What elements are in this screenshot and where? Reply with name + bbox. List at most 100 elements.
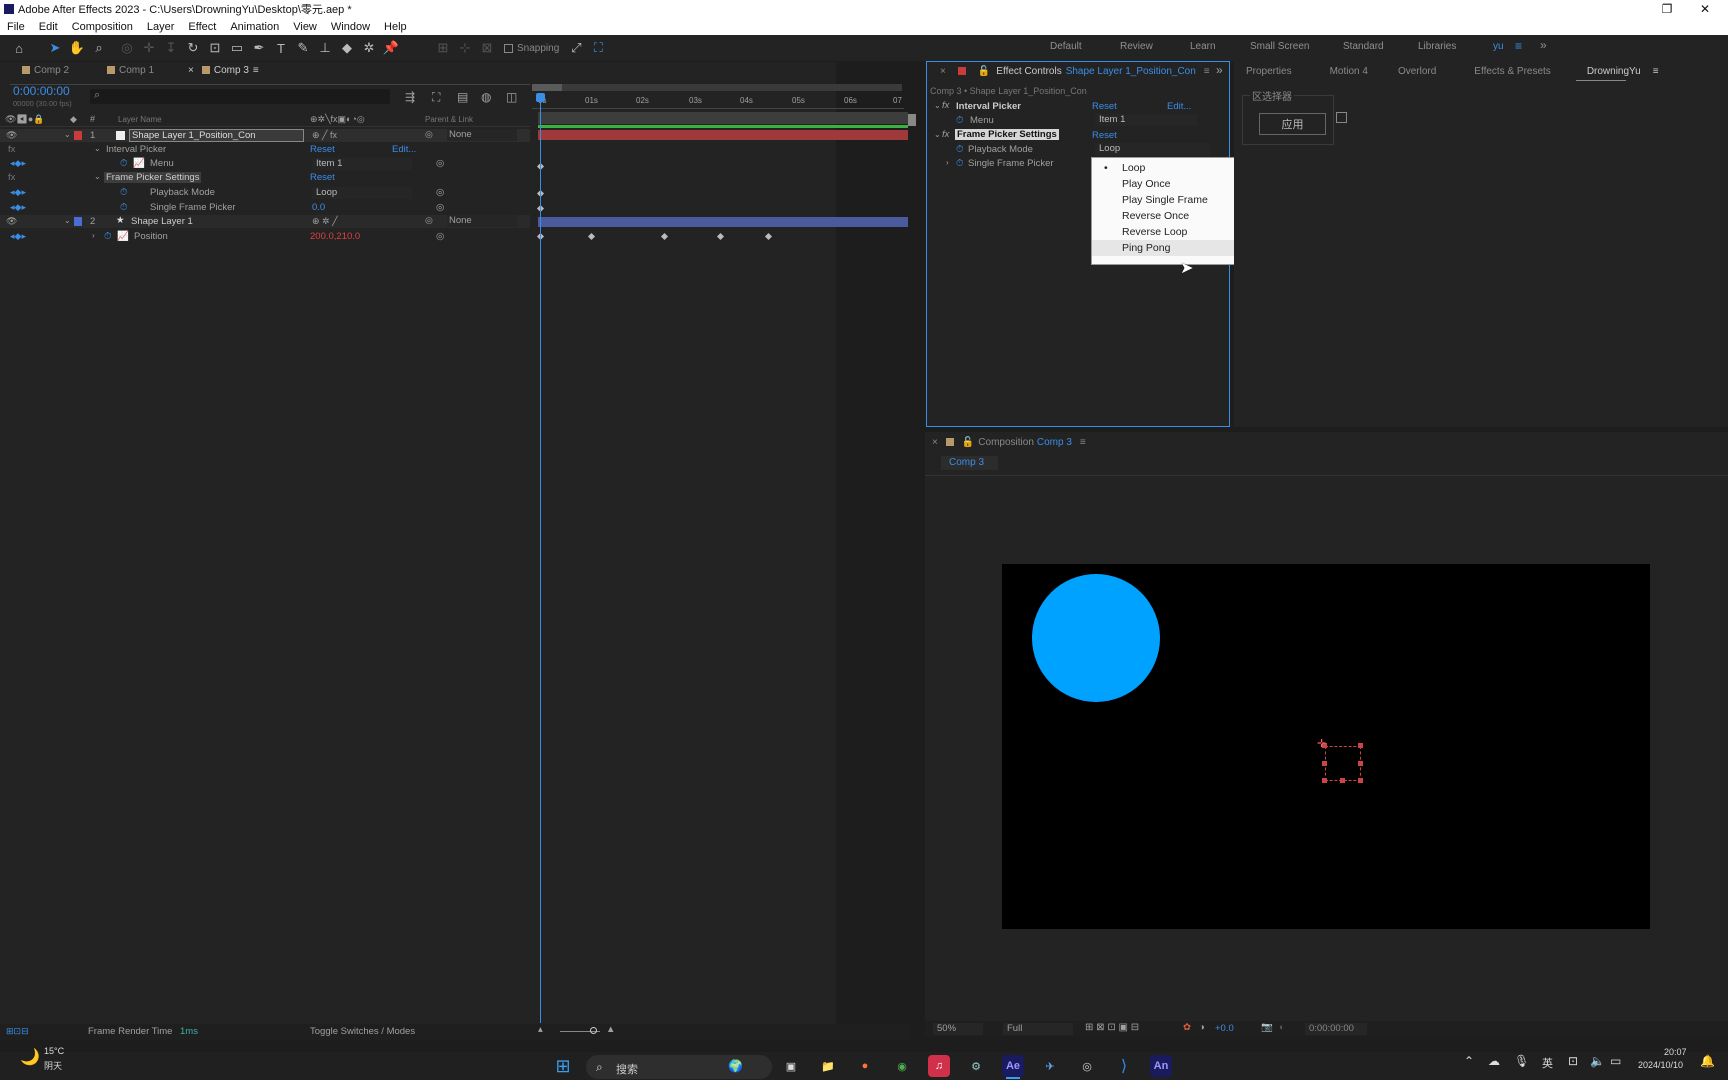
color-channels-icon[interactable]: ✿	[1183, 1022, 1191, 1033]
brush-tool-icon[interactable]: ✎	[292, 37, 314, 59]
panel-menu-icon[interactable]: ≡	[1204, 66, 1210, 77]
snapping-toggle[interactable]: Snapping	[504, 43, 559, 54]
axis-world-icon[interactable]: ⊹	[454, 37, 476, 59]
resolution-select[interactable]: Full	[1003, 1023, 1073, 1035]
playhead-handle[interactable]	[536, 93, 545, 102]
dropdown-item-ping-pong[interactable]: Ping Pong	[1092, 240, 1254, 256]
anchor-tool-icon[interactable]: ⊡	[204, 37, 226, 59]
tab-motion-4[interactable]: Motion 4	[1318, 66, 1380, 77]
blue-circle-shape[interactable]	[1032, 574, 1160, 702]
pen-tool-icon[interactable]: ✒	[248, 37, 270, 59]
tab-comp-1[interactable]: Comp 1	[95, 65, 166, 76]
layer-1-duration-bar[interactable]	[538, 130, 908, 140]
weather-temp[interactable]: 15°C	[44, 1046, 64, 1056]
current-timecode[interactable]: 0:00:00:00	[13, 84, 70, 98]
position-value[interactable]: 200.0,210.0	[310, 231, 360, 242]
single-frame-value[interactable]: 0.0	[312, 202, 325, 213]
pickwhip-icon[interactable]: ◎	[425, 129, 433, 140]
stopwatch-icon[interactable]: ⏱	[104, 231, 111, 242]
label-color-swatch[interactable]	[74, 217, 82, 226]
zoom-slider-thumb[interactable]	[590, 1027, 597, 1034]
workspace-small-screen[interactable]: Small Screen	[1250, 41, 1309, 52]
notification-bell-icon[interactable]: 🔔	[1700, 1054, 1715, 1068]
menu-value-select[interactable]: Item 1	[312, 158, 412, 170]
file-explorer-icon[interactable]: 📁	[817, 1055, 839, 1077]
workspace-standard[interactable]: Standard	[1343, 41, 1384, 52]
pickwhip-icon[interactable]: ◎	[436, 158, 444, 169]
ec-playback-mode-select[interactable]: Loop	[1095, 143, 1210, 155]
stopwatch-icon[interactable]: ⏱	[956, 144, 963, 155]
interval-edit-link[interactable]: Edit...	[392, 144, 416, 155]
expand-chevron-icon[interactable]: ⌄	[64, 130, 71, 139]
expand-chevron-icon[interactable]: ⌄	[64, 216, 71, 225]
ec-frame-picker-reset[interactable]: Reset	[1092, 130, 1117, 141]
expand-chevron-icon[interactable]: ⌄	[934, 101, 941, 110]
ec-frame-picker[interactable]: Frame Picker Settings	[955, 129, 1059, 140]
tab-overlord[interactable]: Overlord	[1386, 66, 1448, 77]
orbit-tool-icon[interactable]: ◎	[116, 37, 138, 59]
ec-interval-edit[interactable]: Edit...	[1167, 101, 1191, 112]
tab-comp-2[interactable]: Comp 2	[10, 65, 81, 76]
dropdown-item-play-once[interactable]: Play Once	[1092, 176, 1254, 192]
app-icon[interactable]: ◎	[1076, 1055, 1098, 1077]
menu-view[interactable]: View	[286, 21, 324, 33]
tab-effects-presets[interactable]: Effects & Presets	[1462, 66, 1563, 77]
layer-switches[interactable]: ⊕ ╱ fx	[312, 130, 337, 141]
fx-icon[interactable]: fx	[8, 144, 15, 155]
close-icon[interactable]: ✕	[1682, 0, 1728, 18]
menu-window[interactable]: Window	[324, 21, 377, 33]
fx-icon[interactable]: fx	[942, 100, 949, 111]
dolly-tool-icon[interactable]: ↧	[160, 37, 182, 59]
bbox-handle[interactable]	[1322, 761, 1327, 766]
steam-icon[interactable]: ⚙	[965, 1055, 987, 1077]
frame-blending-icon[interactable]: ▤	[457, 90, 468, 104]
bbox-handle[interactable]	[1358, 778, 1363, 783]
graph-icon[interactable]: 📈	[133, 158, 145, 169]
weather-desc[interactable]: 阴天	[44, 1059, 62, 1072]
dropdown-item-play-single-frame[interactable]: Play Single Frame	[1092, 192, 1254, 208]
viewer-options-icons[interactable]: ⊞ ⊠ ⊡ ▣ ⊟	[1085, 1022, 1139, 1033]
fx-icon[interactable]: fx	[942, 129, 949, 140]
snap-edge-icon[interactable]: ⛶	[587, 37, 609, 59]
comp-viewer-canvas[interactable]: ✛	[1002, 564, 1650, 929]
after-effects-icon[interactable]: Ae	[1002, 1055, 1024, 1077]
graph-editor-icon[interactable]: ◫	[506, 90, 517, 104]
pickwhip-icon[interactable]: ◎	[425, 215, 433, 226]
close-icon[interactable]: ×	[932, 437, 938, 448]
volume-icon[interactable]: 🔈	[1590, 1054, 1605, 1068]
menu-animation[interactable]: Animation	[223, 21, 286, 33]
time-ruler[interactable]: 0s 01s 02s 03s 04s 05s 06s 07	[532, 93, 904, 109]
snap-options-icon[interactable]: ⤢	[565, 37, 587, 59]
ec-interval-picker[interactable]: Interval Picker	[956, 101, 1021, 112]
selection-tool-icon[interactable]: ➤	[44, 37, 66, 59]
roto-brush-icon[interactable]: ✲	[358, 37, 380, 59]
zoom-select[interactable]: 50%	[933, 1023, 983, 1035]
snapshot-icon[interactable]: 📷	[1261, 1022, 1273, 1033]
zoom-in-icon[interactable]: ▲	[606, 1024, 615, 1035]
menu-edit[interactable]: Edit	[32, 21, 65, 33]
hand-tool-icon[interactable]: ✋	[66, 37, 88, 59]
work-area-handle[interactable]	[532, 84, 562, 91]
stopwatch-icon[interactable]: ⏱	[956, 115, 963, 126]
vscode-icon[interactable]: ⟩	[1113, 1055, 1135, 1077]
eraser-tool-icon[interactable]: ◆	[336, 37, 358, 59]
layer-switches[interactable]: ⊕ ✲ ╱	[312, 216, 338, 227]
expand-chevron-icon[interactable]: ›	[946, 158, 949, 167]
axis-view-icon[interactable]: ⊠	[476, 37, 498, 59]
motion-blur-icon[interactable]: ◍	[481, 90, 491, 104]
composition-name[interactable]: Comp 3	[1037, 437, 1072, 448]
animate-icon[interactable]: An	[1150, 1055, 1172, 1077]
rotate-tool-icon[interactable]: ↻	[182, 37, 204, 59]
tray-overflow-icon[interactable]: ⌃	[1464, 1054, 1474, 1068]
composition-tab[interactable]: × 🔓 Composition Comp 3 ≡	[932, 432, 1086, 452]
viewer-timecode[interactable]: 0:00:00:00	[1305, 1023, 1367, 1035]
weather-icon[interactable]: 🌙	[20, 1047, 40, 1067]
bbox-handle[interactable]	[1322, 778, 1327, 783]
clock-date[interactable]: 2024/10/10	[1638, 1060, 1683, 1070]
composition-flowchart-icon[interactable]: ⇶	[405, 90, 415, 104]
menu-composition[interactable]: Composition	[65, 21, 140, 33]
panel-overflow-icon[interactable]: »	[1216, 63, 1223, 77]
rectangle-tool-icon[interactable]: ▭	[226, 37, 248, 59]
menu-help[interactable]: Help	[377, 21, 414, 33]
stopwatch-icon[interactable]: ⏱	[120, 187, 127, 198]
